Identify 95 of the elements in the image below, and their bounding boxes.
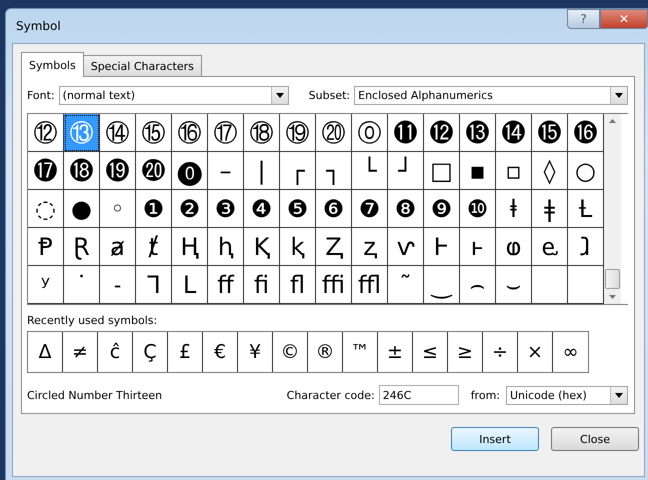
symbol-cell[interactable]: ⑳ — [316, 114, 352, 152]
symbol-cell[interactable]: ﬀ — [208, 266, 244, 304]
symbol-cell[interactable]: Ⱶ — [424, 228, 460, 266]
symbol-cell[interactable]: ﬂ — [280, 266, 316, 304]
symbol-cell[interactable]: ❷ — [172, 190, 208, 228]
symbol-cell[interactable]: ⓪ — [352, 114, 388, 152]
symbol-cell[interactable]: ⱸ — [532, 228, 568, 266]
symbol-cell[interactable]: ⱨ — [208, 228, 244, 266]
recent-label: Recently used symbols: — [27, 314, 158, 327]
symbol-cell[interactable]: ⱷ — [496, 228, 532, 266]
symbol-cell[interactable]: ˜ — [388, 266, 424, 304]
symbol-cell[interactable]: ⑯ — [172, 114, 208, 152]
symbol-cell[interactable]: ⓭ — [460, 114, 496, 152]
symbol-cell[interactable]: ⱬ — [352, 228, 388, 266]
character-code-label: Character code: — [286, 388, 375, 402]
symbol-cell[interactable]: ◦ — [100, 190, 136, 228]
symbol-cell[interactable]: ❻ — [316, 190, 352, 228]
symbol-cell[interactable]: ⱡ — [496, 190, 532, 228]
symbol-cell[interactable]: ❿ — [460, 190, 496, 228]
symbol-cell[interactable]: ❹ — [244, 190, 280, 228]
symbol-cell[interactable]: ʸ — [28, 266, 64, 304]
symbol-cell[interactable]: ⓲ — [64, 152, 100, 190]
dialog-button[interactable]: Insert — [451, 427, 539, 451]
symbol-cell[interactable]: ◊ — [532, 152, 568, 190]
symbol-cell[interactable]: ⑮ — [136, 114, 172, 152]
symbol-cell[interactable]: ⱱ — [388, 228, 424, 266]
window-title: Symbol — [16, 19, 61, 33]
symbol-cell[interactable]: ⓳ — [100, 152, 136, 190]
symbol-cell[interactable]: ┘ — [388, 152, 424, 190]
symbol-cell[interactable]: ❸ — [208, 190, 244, 228]
symbol-cell[interactable]: ◌ — [28, 190, 64, 228]
help-button[interactable]: ? — [567, 9, 600, 29]
symbol-cell[interactable]: ❽ — [388, 190, 424, 228]
close-button[interactable]: ✕ — [600, 9, 648, 29]
from-dropdown[interactable]: Unicode (hex) — [506, 386, 628, 404]
symbol-cell[interactable]: ﬃ — [316, 266, 352, 304]
symbol-cell[interactable]: Ⱪ — [244, 228, 280, 266]
symbol-cell[interactable]: ˗ — [100, 266, 136, 304]
subset-label: Subset: — [308, 89, 350, 102]
symbol-cell[interactable]: ▪ — [460, 152, 496, 190]
symbol-cell[interactable]: ❺ — [280, 190, 316, 228]
scroll-up-icon[interactable] — [609, 119, 616, 123]
symbol-cell[interactable]: □ — [424, 152, 460, 190]
symbol-cell[interactable]: ⱥ — [100, 228, 136, 266]
symbol-cell[interactable]: ǂ — [532, 190, 568, 228]
symbol-cell[interactable]: ˙ — [64, 266, 100, 304]
symbol-cell[interactable]: ⓱ — [28, 152, 64, 190]
recent-symbol[interactable]: ∞ — [553, 332, 588, 372]
symbol-cell[interactable]: ⱶ — [460, 228, 496, 266]
scroll-thumb[interactable] — [605, 269, 620, 289]
symbol-cell[interactable]: ❾ — [424, 190, 460, 228]
symbol-cell[interactable]: ‿ — [424, 266, 460, 304]
symbol-cell[interactable]: ⑲ — [280, 114, 316, 152]
empty-cell — [532, 266, 568, 304]
symbol-cell[interactable]: ▫ — [496, 152, 532, 190]
symbol-cell[interactable]: | — [244, 152, 280, 190]
symbol-cell[interactable]: └ — [352, 152, 388, 190]
dialog-button[interactable]: Close — [551, 427, 639, 451]
symbol-cell[interactable]: ● — [64, 190, 100, 228]
symbol-cell[interactable]: ┐ — [316, 152, 352, 190]
symbol-cell[interactable]: Ᵽ — [28, 228, 64, 266]
symbol-cell[interactable]: ⓴ — [136, 152, 172, 190]
symbol-cell[interactable]: ﬄ — [352, 266, 388, 304]
symbol-cell[interactable]: ⓫ — [388, 114, 424, 152]
symbol-cell[interactable]: ⑭ — [100, 114, 136, 152]
symbol-cell[interactable]: ⓬ — [424, 114, 460, 152]
font-dropdown[interactable]: (normal text) — [58, 86, 289, 105]
tab[interactable]: Symbols — [21, 52, 84, 77]
symbol-cell[interactable]: ⑰ — [208, 114, 244, 152]
tab[interactable]: Special Characters — [82, 55, 202, 76]
symbol-cell[interactable]: ᒪ — [172, 266, 208, 304]
symbol-cell[interactable]: ᒣ — [136, 266, 172, 304]
symbol-cell[interactable]: ⌣ — [496, 266, 532, 304]
symbol-cell[interactable]: ❼ — [352, 190, 388, 228]
symbol-cell[interactable]: ⓿ — [172, 152, 208, 190]
symbol-cell[interactable]: ⑱ — [244, 114, 280, 152]
symbol-cell[interactable]: ┌ — [280, 152, 316, 190]
symbol-cell[interactable]: ❶ — [136, 190, 172, 228]
symbol-cell[interactable]: ⓮ — [496, 114, 532, 152]
symbol-cell[interactable]: ⌢ — [460, 266, 496, 304]
scrollbar[interactable] — [604, 114, 621, 304]
symbol-description: Circled Number Thirteen — [27, 388, 164, 402]
font-label: Font: — [27, 89, 55, 102]
symbol-cell[interactable]: Ⱨ — [172, 228, 208, 266]
subset-dropdown[interactable]: Enclosed Alphanumerics — [354, 86, 628, 105]
scroll-down-icon[interactable] — [609, 295, 616, 299]
symbol-cell[interactable]: ⱪ — [280, 228, 316, 266]
symbol-cell[interactable]: – — [208, 152, 244, 190]
symbol-cell[interactable]: ⓯ — [532, 114, 568, 152]
symbol-cell[interactable]: Ɽ — [64, 228, 100, 266]
character-code-field[interactable]: 246C — [378, 385, 459, 405]
symbol-cell[interactable]: ⱦ — [136, 228, 172, 266]
symbol-cell[interactable]: Ⱬ — [316, 228, 352, 266]
symbol-cell[interactable]: ﬁ — [244, 266, 280, 304]
from-label: from: — [470, 388, 500, 402]
